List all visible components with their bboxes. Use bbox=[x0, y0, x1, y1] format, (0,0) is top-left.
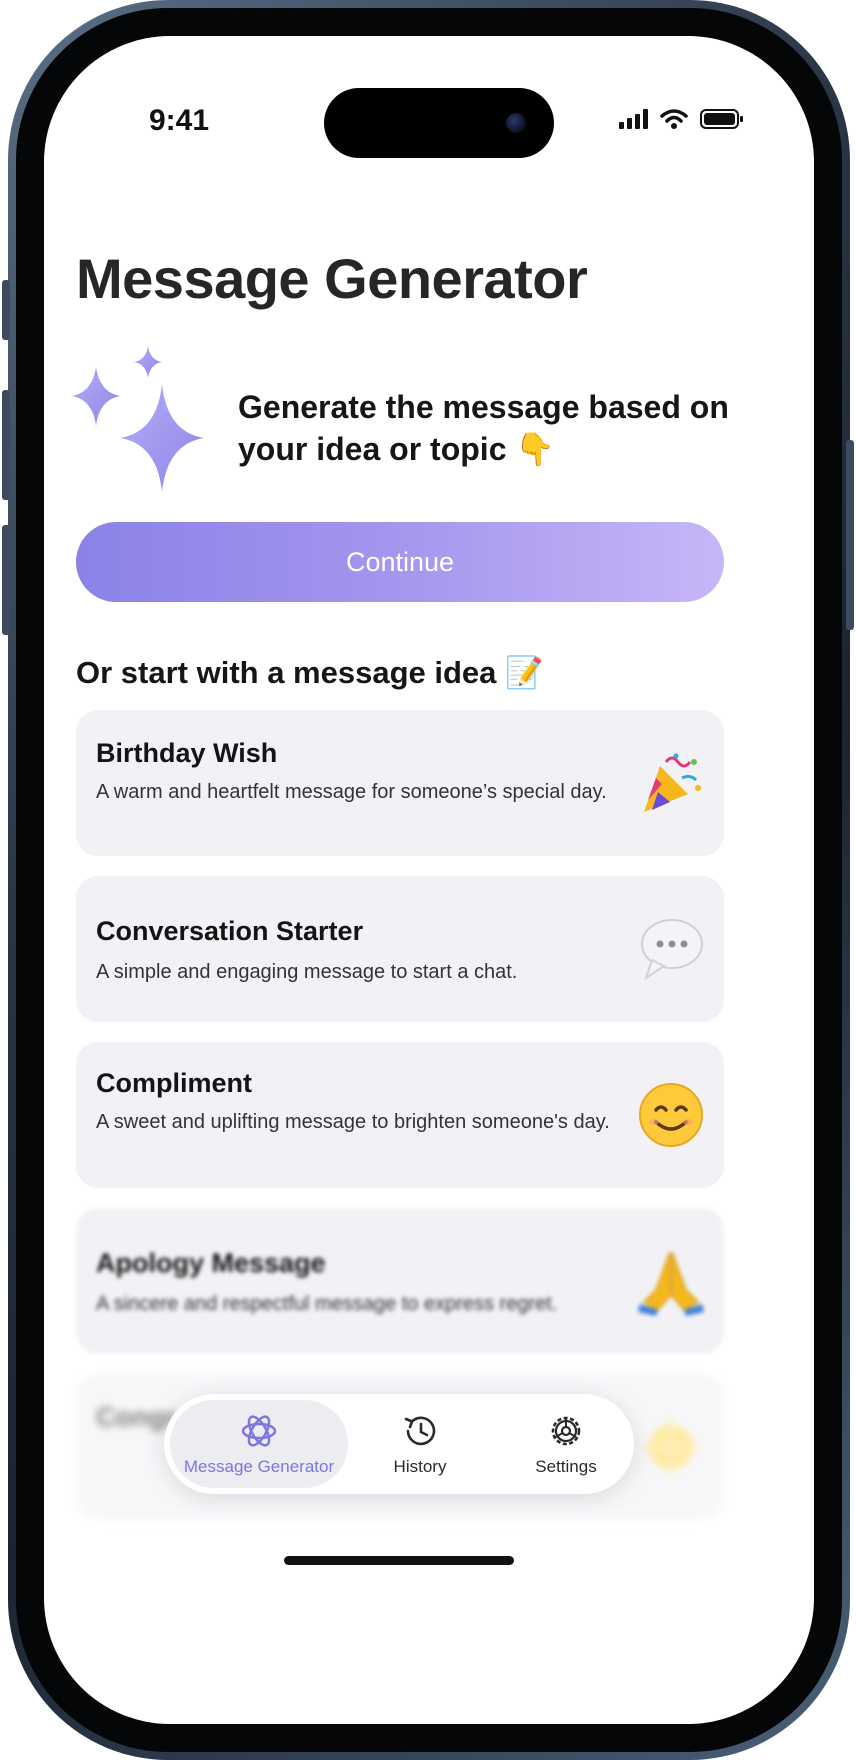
status-icons bbox=[619, 108, 744, 130]
wifi-icon bbox=[660, 109, 688, 129]
phone-bezel: 9:41 Message Generator Generate the mess… bbox=[16, 8, 842, 1752]
idea-card-title: Apology Message bbox=[96, 1248, 326, 1278]
smiling-face-icon bbox=[636, 1080, 706, 1150]
dynamic-island bbox=[324, 88, 554, 158]
tab-history[interactable]: History bbox=[360, 1400, 480, 1488]
party-popper-icon bbox=[636, 748, 706, 818]
hero-banner: Generate the message based on your idea … bbox=[68, 346, 788, 506]
settings-icon bbox=[551, 1416, 581, 1446]
sparkles-icon bbox=[72, 346, 204, 492]
tab-settings[interactable]: Settings bbox=[506, 1400, 626, 1488]
hero-text: Generate the message based on your idea … bbox=[238, 389, 729, 467]
page-title: Message Generator bbox=[76, 247, 588, 310]
tab-label: Settings bbox=[535, 1457, 597, 1476]
idea-card-title: Birthday Wish bbox=[96, 738, 278, 768]
history-icon bbox=[404, 1416, 436, 1446]
continue-button[interactable]: Continue bbox=[76, 522, 724, 602]
camera-icon bbox=[506, 113, 526, 133]
idea-card-desc: A sincere and respectful message to expr… bbox=[96, 1293, 558, 1315]
volume-up-button bbox=[2, 390, 10, 500]
idea-card-title: Conversation Starter bbox=[96, 916, 364, 946]
volume-down-button bbox=[2, 525, 10, 635]
app-screen: 9:41 Message Generator Generate the mess… bbox=[44, 36, 814, 1724]
folded-hands-icon bbox=[636, 1246, 706, 1316]
home-indicator bbox=[284, 1556, 514, 1565]
idea-card-birthday-wish[interactable]: Birthday Wish A warm and heartfelt messa… bbox=[76, 710, 724, 856]
idea-card-title: Compliment bbox=[96, 1068, 253, 1098]
idea-card-title: Congr bbox=[96, 1402, 176, 1432]
idea-card-conversation-starter[interactable]: Conversation Starter A simple and engagi… bbox=[76, 876, 724, 1022]
phone-frame: 9:41 Message Generator Generate the mess… bbox=[8, 0, 850, 1760]
power-button bbox=[846, 440, 854, 630]
idea-card-desc: A warm and heartfelt message for someone… bbox=[96, 781, 607, 803]
status-time: 9:41 bbox=[149, 104, 210, 137]
tab-label: Message Generator bbox=[183, 1457, 335, 1476]
signal-icon bbox=[619, 109, 648, 129]
speech-bubble-icon bbox=[636, 914, 706, 984]
tab-bar: Message Generator History Settings bbox=[164, 1394, 634, 1494]
tab-label: History bbox=[393, 1457, 447, 1476]
action-button bbox=[2, 280, 10, 340]
tab-message-generator[interactable]: Message Generator bbox=[170, 1400, 348, 1488]
battery-icon bbox=[700, 109, 743, 129]
idea-card-desc: A sweet and uplifting message to brighte… bbox=[96, 1111, 610, 1133]
idea-card-desc: A simple and engaging message to start a… bbox=[96, 961, 518, 983]
section-title: Or start with a message idea 📝 bbox=[76, 655, 544, 690]
idea-card-compliment[interactable]: Compliment A sweet and uplifting message… bbox=[76, 1042, 724, 1188]
atom-icon bbox=[241, 1415, 277, 1447]
idea-card-apology-message[interactable]: Apology Message A sincere and respectful… bbox=[76, 1208, 724, 1354]
sparkle-star-icon bbox=[636, 1412, 706, 1482]
